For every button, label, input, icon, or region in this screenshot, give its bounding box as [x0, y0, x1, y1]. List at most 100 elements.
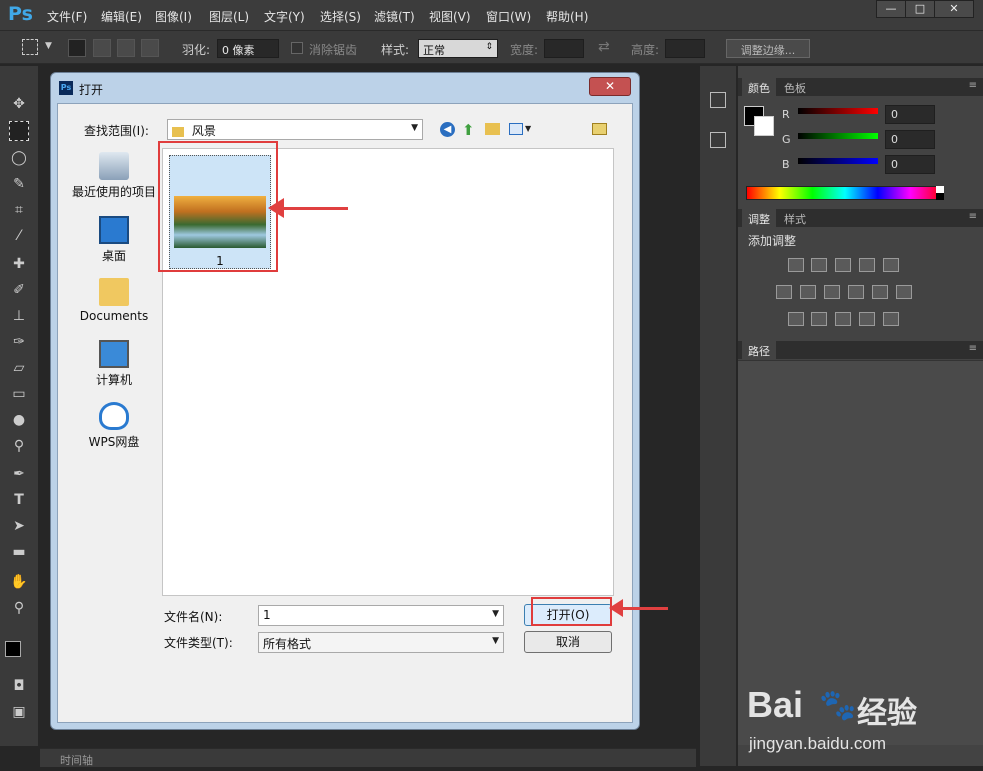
menu-filter[interactable]: 滤镜(T)	[374, 8, 415, 25]
maximize-button[interactable]: □	[905, 0, 935, 18]
panel-menu-icon[interactable]: ≡	[969, 80, 977, 91]
antialias-checkbox[interactable]	[291, 42, 303, 54]
place-documents[interactable]: Documents	[64, 278, 164, 323]
timeline-tab[interactable]: 时间轴	[60, 752, 93, 768]
threshold-icon[interactable]	[835, 312, 851, 326]
channel-b-slider[interactable]	[798, 158, 878, 164]
height-input[interactable]	[665, 39, 705, 58]
menu-select[interactable]: 选择(S)	[320, 8, 361, 25]
shape-tool-icon[interactable]: ▬	[9, 542, 29, 562]
channel-b-value[interactable]: 0	[885, 155, 935, 174]
black-white-icon[interactable]	[824, 285, 840, 299]
new-folder-icon[interactable]	[485, 123, 500, 135]
zoom-tool-icon[interactable]: ⚲	[9, 598, 29, 618]
channel-r-value[interactable]: 0	[885, 105, 935, 124]
swap-icon[interactable]: ⇄	[598, 39, 610, 55]
close-app-button[interactable]: ✕	[934, 0, 974, 18]
view-menu-icon[interactable]	[509, 123, 523, 135]
dialog-close-button[interactable]: ✕	[589, 77, 631, 96]
menu-layer[interactable]: 图层(L)	[209, 8, 249, 25]
width-input[interactable]	[544, 39, 584, 58]
dodge-tool-icon[interactable]: ⚲	[9, 436, 29, 456]
intersect-selection-icon[interactable]	[141, 39, 159, 57]
black-swatch[interactable]	[936, 193, 944, 200]
refine-edge-button[interactable]: 调整边缘...	[726, 39, 810, 58]
channel-g-slider[interactable]	[798, 133, 878, 139]
crop-tool-icon[interactable]: ⌗	[9, 200, 29, 220]
menu-window[interactable]: 窗口(W)	[486, 8, 531, 25]
exposure-icon[interactable]	[859, 258, 875, 272]
white-swatch[interactable]	[936, 186, 944, 193]
cancel-button[interactable]: 取消	[524, 631, 612, 653]
chevron-down-icon[interactable]: ▼	[45, 41, 52, 51]
feather-input[interactable]: 0 像素	[217, 39, 279, 58]
history-panel-icon[interactable]	[710, 92, 726, 108]
properties-panel-icon[interactable]	[710, 132, 726, 148]
pen-tool-icon[interactable]: ✒	[9, 464, 29, 484]
up-folder-icon[interactable]: ⬆	[462, 121, 475, 139]
filename-input[interactable]: 1 ▼	[258, 605, 504, 626]
color-spectrum-bar[interactable]	[746, 186, 944, 200]
levels-icon[interactable]	[811, 258, 827, 272]
brush-tool-icon[interactable]: ✐	[9, 280, 29, 300]
channel-g-value[interactable]: 0	[885, 130, 935, 149]
menu-help[interactable]: 帮助(H)	[546, 8, 588, 25]
tab-styles[interactable]: 样式	[778, 209, 812, 227]
path-select-icon[interactable]: ➤	[9, 516, 29, 536]
new-selection-icon[interactable]	[68, 39, 86, 57]
channel-r-slider[interactable]	[798, 108, 878, 114]
history-brush-icon[interactable]: ✑	[9, 332, 29, 352]
color-lookup-icon[interactable]	[896, 285, 912, 299]
healing-brush-icon[interactable]: ✚	[9, 254, 29, 274]
look-in-combo[interactable]: 风景 ▼	[167, 119, 423, 140]
style-select[interactable]: 正常 ⇕	[418, 39, 498, 58]
rect-marquee-icon[interactable]	[22, 39, 38, 55]
hand-tool-icon[interactable]: ✋	[9, 572, 29, 592]
place-desktop[interactable]: 桌面	[64, 216, 164, 264]
add-selection-icon[interactable]	[93, 39, 111, 57]
back-icon[interactable]: ◀	[440, 122, 455, 137]
type-tool-icon[interactable]: T	[9, 490, 29, 510]
menu-file[interactable]: 文件(F)	[47, 8, 87, 25]
place-computer[interactable]: 计算机	[64, 340, 164, 388]
subtract-selection-icon[interactable]	[117, 39, 135, 57]
menu-image[interactable]: 图像(I)	[155, 8, 192, 25]
tab-color[interactable]: 颜色	[742, 78, 776, 96]
channel-mixer-icon[interactable]	[872, 285, 888, 299]
move-tool-icon[interactable]: ✥	[9, 94, 29, 114]
menu-edit[interactable]: 编辑(E)	[101, 8, 142, 25]
foreground-color-swatch[interactable]	[5, 641, 21, 657]
tab-adjustments[interactable]: 调整	[742, 209, 776, 227]
tab-swatches[interactable]: 色板	[778, 78, 812, 96]
invert-icon[interactable]	[788, 312, 804, 326]
place-recent[interactable]: 最近使用的项目	[64, 152, 164, 200]
panel-menu-icon[interactable]: ≡	[969, 343, 977, 354]
lasso-tool-icon[interactable]: ◯	[9, 148, 29, 168]
panel-menu-icon[interactable]: ≡	[969, 211, 977, 222]
stamp-tool-icon[interactable]: ⊥	[9, 306, 29, 326]
vibrance-icon[interactable]	[883, 258, 899, 272]
hue-saturation-icon[interactable]	[776, 285, 792, 299]
selective-color-icon[interactable]	[883, 312, 899, 326]
bg-color-swatch[interactable]	[754, 116, 774, 136]
marquee-tool-icon[interactable]	[9, 121, 29, 141]
menu-view[interactable]: 视图(V)	[429, 8, 471, 25]
minimize-button[interactable]: —	[876, 0, 906, 18]
eyedropper-tool-icon[interactable]: ⁄	[9, 226, 29, 246]
gradient-tool-icon[interactable]: ▭	[9, 384, 29, 404]
preview-icon[interactable]	[592, 123, 607, 135]
dialog-titlebar[interactable]: Ps 打开 ✕	[51, 73, 639, 103]
tab-paths[interactable]: 路径	[742, 341, 776, 359]
chevron-down-icon[interactable]: ▼	[525, 124, 531, 133]
color-balance-icon[interactable]	[800, 285, 816, 299]
gradient-map-icon[interactable]	[859, 312, 875, 326]
curves-icon[interactable]	[835, 258, 851, 272]
quick-select-tool-icon[interactable]: ✎	[9, 174, 29, 194]
posterize-icon[interactable]	[811, 312, 827, 326]
brightness-icon[interactable]	[788, 258, 804, 272]
photo-filter-icon[interactable]	[848, 285, 864, 299]
place-wps-cloud[interactable]: WPS网盘	[64, 402, 164, 450]
quick-mask-icon[interactable]: ◘	[9, 676, 29, 696]
blur-tool-icon[interactable]: ●	[9, 410, 29, 430]
eraser-tool-icon[interactable]: ▱	[9, 358, 29, 378]
